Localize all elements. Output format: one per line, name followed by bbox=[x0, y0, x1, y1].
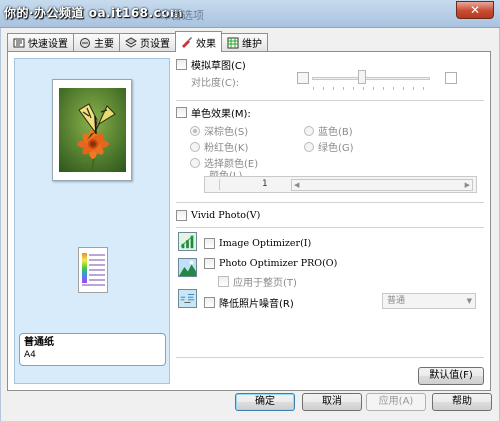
green-radio[interactable] bbox=[304, 141, 314, 152]
thumb-line bbox=[89, 259, 105, 261]
blue-option[interactable]: 蓝色(B) bbox=[304, 123, 353, 138]
tab-page-setup-label: 页设置 bbox=[140, 39, 170, 50]
divider bbox=[176, 100, 484, 101]
image-optimizer-icon bbox=[178, 232, 197, 251]
tab-effects[interactable]: 效果 bbox=[175, 31, 222, 52]
scroll-left-icon[interactable]: ◀ bbox=[294, 180, 299, 190]
color-value-spin[interactable] bbox=[208, 179, 220, 190]
scroll-right-icon[interactable]: ▶ bbox=[465, 180, 470, 190]
preview-pane: 普通纸 A4 bbox=[14, 58, 170, 384]
monochrome-row[interactable]: 单色效果(M): bbox=[176, 105, 251, 120]
tab-effects-label: 效果 bbox=[196, 38, 216, 50]
contrast-ticks bbox=[313, 87, 431, 90]
monochrome-checkbox[interactable] bbox=[176, 107, 187, 118]
simulate-sketch-checkbox[interactable] bbox=[176, 59, 187, 70]
tab-quick-setup[interactable]: 快速设置 bbox=[7, 33, 74, 51]
green-label: 绿色(G) bbox=[318, 143, 354, 154]
low-contrast-icon bbox=[297, 72, 309, 84]
color-value: 1 bbox=[262, 179, 268, 189]
sepia-option[interactable]: 深棕色(S) bbox=[190, 123, 248, 138]
page-setup-icon bbox=[125, 36, 137, 48]
tab-main[interactable]: 主要 bbox=[73, 33, 120, 51]
photo-optimizer-icon bbox=[178, 258, 197, 277]
site-watermark: 你的·办公频道 oa.it168.com bbox=[4, 6, 183, 20]
image-optimizer-checkbox[interactable] bbox=[204, 238, 215, 249]
noise-level-value: 普通 bbox=[387, 296, 406, 306]
apply-whole-page-label: 应用于整页(T) bbox=[233, 278, 297, 289]
media-info-box: 普通纸 A4 bbox=[19, 333, 166, 366]
contrast-row: 对比度(C): bbox=[191, 74, 239, 89]
photo-optimizer-checkbox[interactable] bbox=[204, 258, 215, 269]
defaults-button[interactable]: 默认值(F) bbox=[418, 367, 484, 385]
sepia-label: 深棕色(S) bbox=[204, 127, 249, 138]
tab-strip: 快速设置 主要 页设置 效果 维护 bbox=[7, 31, 268, 52]
thumb-line bbox=[89, 264, 105, 266]
vivid-photo-label: Vivid Photo(V) bbox=[191, 210, 261, 221]
chevron-down-icon: ▼ bbox=[466, 297, 472, 305]
thumb-line bbox=[89, 269, 105, 271]
color-value-text: 1 bbox=[262, 179, 268, 189]
photo-preview bbox=[52, 79, 132, 181]
thumb-line bbox=[89, 254, 105, 256]
blue-radio[interactable] bbox=[304, 125, 314, 136]
main-icon bbox=[80, 37, 90, 48]
green-option[interactable]: 绿色(G) bbox=[304, 139, 354, 154]
simulate-sketch-label: 模拟草图(C) bbox=[191, 61, 246, 72]
title-bar: 你的·办公频道 oa.it168.com 印首选项 ✕ bbox=[0, 0, 500, 28]
pink-label: 粉红色(K) bbox=[204, 143, 249, 154]
media-size-label: A4 bbox=[24, 350, 36, 360]
noise-reduction-checkbox[interactable] bbox=[204, 297, 215, 308]
contrast-slider-thumb[interactable] bbox=[358, 70, 366, 84]
help-button[interactable]: 帮助 bbox=[432, 393, 492, 411]
tab-maintenance-label: 维护 bbox=[242, 39, 262, 50]
apply-whole-page-checkbox[interactable] bbox=[218, 276, 229, 287]
window-title: 印首选项 bbox=[160, 9, 204, 22]
apply-whole-page-row[interactable]: 应用于整页(T) bbox=[218, 274, 297, 289]
image-optimizer-row[interactable]: Image Optimizer(I) bbox=[204, 238, 311, 249]
noise-reduction-label: 降低照片噪音(R) bbox=[219, 299, 294, 310]
monochrome-label: 单色效果(M): bbox=[191, 109, 251, 120]
tab-main-label: 主要 bbox=[94, 39, 114, 50]
color-scrollbar[interactable]: ◀ ▶ bbox=[291, 179, 473, 191]
cancel-button[interactable]: 取消 bbox=[302, 393, 362, 411]
close-button[interactable]: ✕ bbox=[456, 1, 494, 19]
vivid-photo-row[interactable]: Vivid Photo(V) bbox=[176, 210, 260, 221]
apply-button[interactable]: 应用(A) bbox=[366, 393, 426, 411]
image-optimizer-label: Image Optimizer(I) bbox=[219, 238, 312, 249]
noise-reduction-row[interactable]: 降低照片噪音(R) bbox=[204, 295, 294, 310]
photo-optimizer-row[interactable]: Photo Optimizer PRO(O) bbox=[204, 258, 337, 269]
pink-option[interactable]: 粉红色(K) bbox=[190, 139, 248, 154]
document-thumbnail bbox=[78, 247, 108, 293]
contrast-slider-track bbox=[312, 77, 430, 80]
vivid-photo-checkbox[interactable] bbox=[176, 210, 187, 221]
media-type-label: 普通纸 bbox=[24, 337, 54, 348]
photo-optimizer-label: Photo Optimizer PRO(O) bbox=[219, 258, 338, 269]
divider bbox=[176, 357, 484, 358]
color-bar bbox=[82, 253, 87, 283]
thumb-line bbox=[82, 284, 105, 286]
contrast-label: 对比度(C): bbox=[191, 78, 240, 89]
ok-button[interactable]: 确定 bbox=[235, 393, 295, 411]
divider bbox=[176, 202, 484, 203]
effects-panel: 普通纸 A4 模拟草图(C) 对比度(C): 单色效果(M): 深棕色(S) 蓝… bbox=[7, 51, 491, 391]
tab-quick-setup-label: 快速设置 bbox=[28, 39, 68, 50]
effects-icon bbox=[182, 37, 192, 48]
noise-reduction-icon bbox=[178, 289, 197, 308]
sepia-radio[interactable] bbox=[190, 125, 200, 136]
dialog-frame: 快速设置 主要 页设置 效果 维护 普通纸 A4 模拟草图(C) 对比度(C):… bbox=[0, 28, 500, 421]
thumb-line bbox=[89, 274, 105, 276]
pink-radio[interactable] bbox=[190, 141, 200, 152]
blue-label: 蓝色(B) bbox=[318, 127, 353, 138]
noise-level-select[interactable]: 普通 ▼ bbox=[382, 293, 476, 309]
butterfly-flower-image bbox=[59, 88, 126, 172]
divider bbox=[176, 227, 484, 228]
high-contrast-icon bbox=[445, 72, 457, 84]
thumb-line bbox=[89, 279, 105, 281]
tab-page-setup[interactable]: 页设置 bbox=[119, 33, 176, 51]
select-color-radio[interactable] bbox=[190, 157, 200, 168]
quick-setup-icon bbox=[13, 38, 25, 47]
tab-maintenance[interactable]: 维护 bbox=[221, 33, 268, 51]
simulate-sketch-row[interactable]: 模拟草图(C) bbox=[176, 57, 246, 72]
maintenance-icon bbox=[227, 37, 239, 48]
